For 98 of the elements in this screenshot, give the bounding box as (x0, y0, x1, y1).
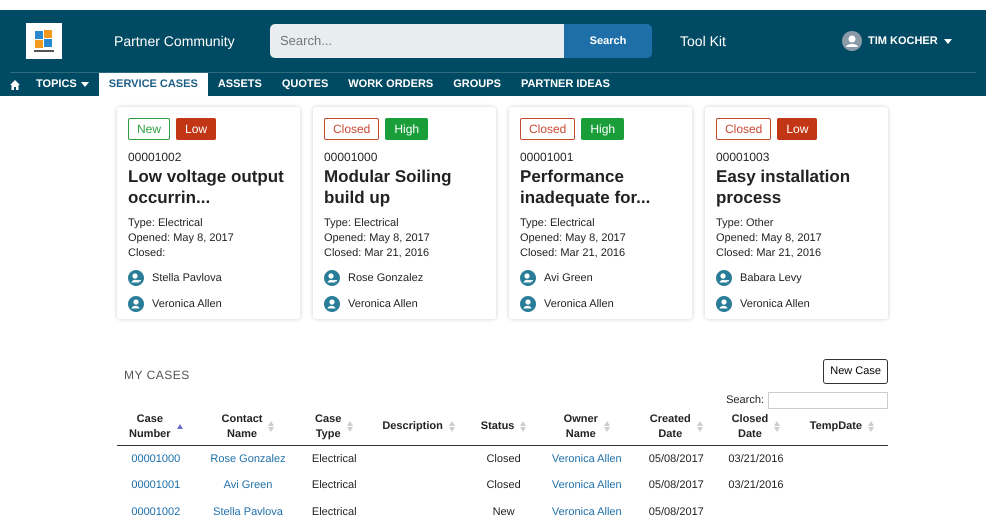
section-title: MY CASES (123, 366, 190, 384)
case-number: 00001000 (324, 149, 378, 166)
caret-icon[interactable] (944, 38, 952, 44)
case-detail: Opened: May 8, 2017 (716, 231, 823, 246)
avatar-icon[interactable] (842, 31, 862, 51)
nav-tab[interactable]: GROUPS (443, 73, 511, 96)
column-header[interactable]: Case Number (129, 412, 171, 442)
search-label: Search: (726, 392, 764, 408)
owner-name: Veronica Allen (348, 296, 418, 312)
contact-name: Rose Gonzalez (348, 271, 424, 286)
table-link[interactable]: Rose Gonzalez (210, 452, 286, 464)
solar-logo[interactable] (26, 23, 62, 59)
table-cell: 05/08/2017 (648, 452, 704, 464)
table-link[interactable]: 00001000 (131, 452, 180, 464)
table-link[interactable]: 00001002 (131, 506, 180, 518)
contact-name: Avi Green (544, 271, 593, 286)
contact-name: Babara Levy (740, 271, 802, 286)
table-cell: 05/08/2017 (648, 506, 704, 518)
contact-name: Stella Pavlova (152, 271, 222, 286)
status-tag: New (128, 118, 170, 140)
nav-tab[interactable]: PARTNER IDEAS (510, 73, 620, 96)
table-cell: 05/08/2017 (648, 479, 704, 491)
site-name[interactable]: Partner Community (114, 30, 270, 52)
case-detail: Closed: Mar 21, 2016 (716, 246, 822, 261)
table-link[interactable]: Avi Green (224, 479, 272, 491)
owner-name: Veronica Allen (740, 296, 810, 312)
case-title: Performance inadequate for... (520, 166, 652, 208)
table-search-field[interactable] (768, 392, 888, 408)
case-detail: Type: Electrical (520, 216, 596, 231)
case-detail: Closed: Mar 21, 2016 (324, 246, 430, 261)
contact-icon (324, 270, 340, 286)
toolkit-link[interactable]: Tool Kit (680, 30, 830, 52)
column-header[interactable]: TempDate (810, 419, 862, 434)
table-link[interactable]: Stella Pavlova (213, 506, 283, 518)
case-title: Modular Soiling build up (324, 166, 452, 208)
table-link[interactable]: Veronica Allen (552, 506, 622, 518)
column-header[interactable]: Owner Name (564, 412, 598, 442)
case-number: 00001002 (128, 149, 182, 166)
table-cell: Electrical (312, 452, 357, 464)
user-icon (716, 296, 732, 312)
status-tag: Low (176, 118, 216, 140)
nav-tab[interactable]: ASSETS (208, 73, 272, 96)
column-header[interactable]: Created Date (650, 412, 691, 442)
home-icon[interactable] (10, 80, 20, 90)
table-cell: Electrical (312, 479, 357, 491)
case-card[interactable]: New Low 00001002 Low voltage output occurrin... Type: Electrical Opened: May 8, 2017 Closed: Stella Pavlova Veronica Allen (117, 107, 300, 319)
status-tag: High (385, 118, 428, 140)
case-detail: Type: Electrical (324, 216, 400, 231)
nav-tab[interactable]: WORK ORDERS (338, 73, 444, 96)
case-detail: Closed: Mar 21, 2016 (520, 246, 626, 261)
case-detail: Opened: May 8, 2017 (128, 231, 235, 246)
status-tag: Low (777, 118, 818, 140)
column-header[interactable]: Case Type (315, 412, 342, 442)
case-number: 00001003 (716, 149, 770, 166)
table-link[interactable]: Veronica Allen (552, 452, 622, 464)
column-header[interactable]: Contact Name (222, 412, 262, 442)
owner-name: Veronica Allen (544, 296, 614, 312)
case-number: 00001001 (520, 149, 574, 166)
sort-icon[interactable] (176, 424, 183, 429)
column-header[interactable]: Status (480, 419, 514, 434)
nav-tab[interactable]: TOPICS (26, 73, 99, 96)
status-tag: Closed (716, 118, 772, 140)
table-cell: New (492, 506, 515, 518)
table-link[interactable]: 00001001 (131, 479, 180, 491)
caret-icon (80, 82, 89, 87)
case-detail: Opened: May 8, 2017 (520, 231, 627, 246)
status-tag: High (581, 118, 624, 140)
status-tag: Closed (324, 118, 380, 140)
search-button[interactable]: Search (564, 24, 652, 58)
table-cell: Closed (486, 479, 521, 491)
case-detail: Opened: May 8, 2017 (324, 231, 431, 246)
column-header[interactable]: Closed Date (732, 412, 768, 442)
table-cell: Closed (486, 452, 521, 464)
case-detail: Closed: (128, 246, 166, 261)
nav-tab[interactable]: SERVICE CASES (98, 73, 208, 96)
contact-icon (520, 270, 536, 286)
case-card[interactable]: Closed High 00001000 Modular Soiling build up Type: Electrical Opened: May 8, 2017 Closed: Mar 21, 2016 Rose Gonzalez Veronica Allen (313, 107, 496, 319)
status-tag: Closed (520, 118, 576, 140)
table-cell: 03/21/2016 (728, 479, 784, 491)
contact-icon (716, 270, 732, 286)
owner-name: Veronica Allen (152, 296, 222, 312)
nav-tab[interactable]: QUOTES (272, 73, 338, 96)
user-icon (128, 296, 144, 312)
user-icon (324, 296, 340, 312)
table-cell: 03/21/2016 (728, 452, 784, 464)
case-detail: Type: Other (716, 216, 774, 231)
table-link[interactable]: Veronica Allen (552, 479, 622, 491)
user-menu[interactable]: TIM KOCHER (868, 32, 938, 50)
column-header[interactable]: Description (382, 419, 443, 434)
case-title: Low voltage output occurrin... (128, 166, 285, 208)
case-title: Easy installation process (716, 166, 852, 208)
case-card[interactable]: Closed Low 00001003 Easy installation process Type: Other Opened: May 8, 2017 Closed: Mar 21, 2016 Babara Levy Veronica Allen (705, 107, 888, 319)
contact-icon (128, 270, 144, 286)
user-icon (520, 296, 536, 312)
table-cell: Electrical (312, 506, 357, 518)
new-case-button[interactable]: New Case (823, 359, 888, 384)
case-card[interactable]: Closed High 00001001 Performance inadequate for... Type: Electrical Opened: May 8, 2017 Closed: Mar 21, 2016 Avi Green Veronica Allen (509, 107, 692, 319)
case-detail: Type: Electrical (128, 216, 204, 231)
